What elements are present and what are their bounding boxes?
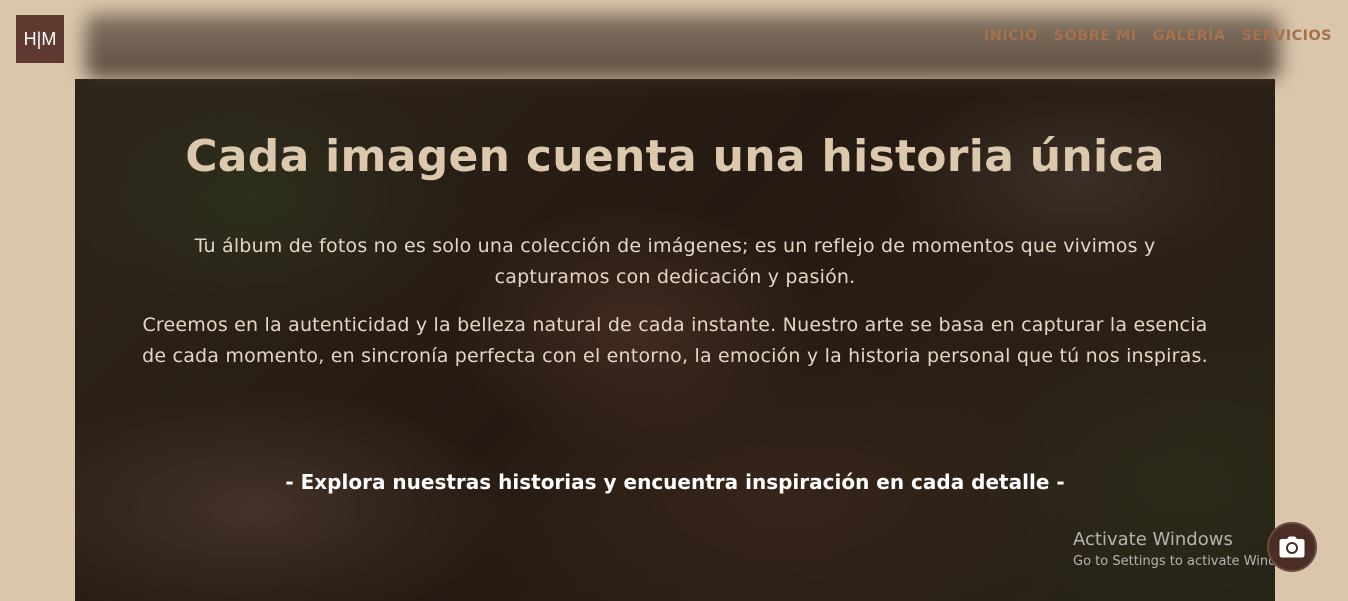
hero-content: Cada imagen cuenta una historia única Tu… [75, 79, 1275, 601]
site-logo[interactable]: H|M [16, 15, 64, 63]
camera-icon [1279, 536, 1305, 558]
hero-title: Cada imagen cuenta una historia única [185, 131, 1165, 182]
header-shadow [85, 14, 1280, 79]
nav-item-galeria[interactable]: GALERÍA [1153, 28, 1226, 44]
hero-tagline: - Explora nuestras historias y encuentra… [285, 470, 1065, 494]
main-nav: INICIO SOBRE MI GALERÍA SERVICIOS [984, 28, 1332, 44]
hero-paragraph-2: Creemos en la autenticidad y la belleza … [142, 314, 1208, 367]
nav-item-inicio[interactable]: INICIO [984, 28, 1038, 44]
nav-item-sobre-mi[interactable]: SOBRE MI [1054, 28, 1137, 44]
nav-item-servicios[interactable]: SERVICIOS [1241, 28, 1332, 44]
camera-button[interactable] [1267, 522, 1317, 572]
site-header: H|M INICIO SOBRE MI GALERÍA SERVICIOS [0, 0, 1348, 79]
hero-section: Cada imagen cuenta una historia única Tu… [75, 79, 1275, 601]
hero-paragraph-1: Tu álbum de fotos no es solo una colecci… [194, 235, 1156, 288]
page: H|M INICIO SOBRE MI GALERÍA SERVICIOS Ca… [0, 0, 1348, 601]
